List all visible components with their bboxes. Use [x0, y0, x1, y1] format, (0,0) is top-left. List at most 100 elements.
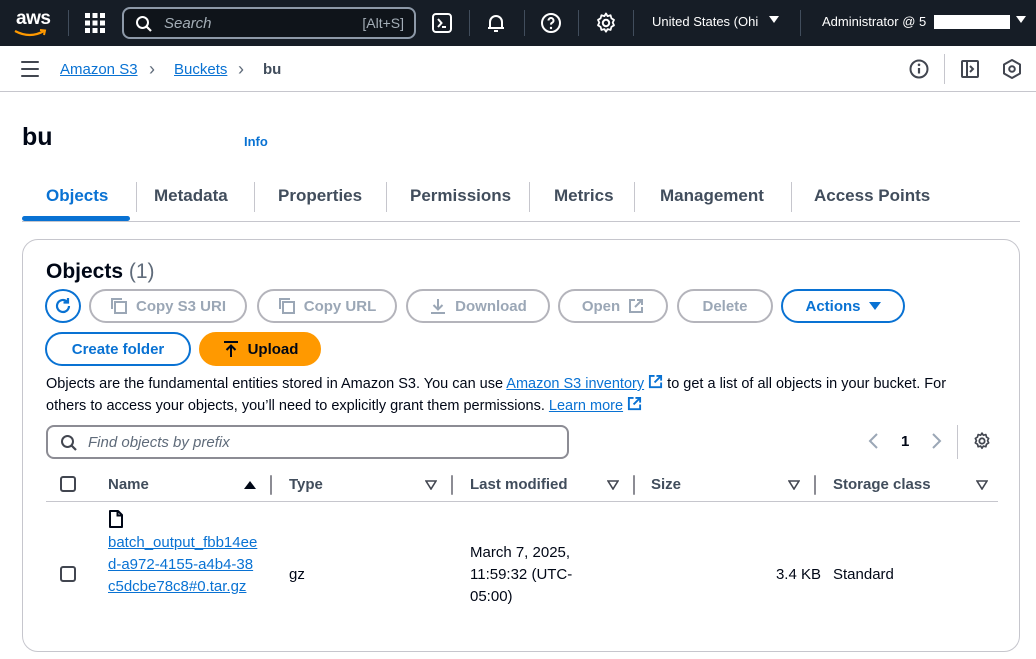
object-name-link[interactable]: batch_output_fbb14eed-a972-4155-a4b4-38c… — [108, 532, 258, 598]
delete-label: Delete — [702, 297, 748, 315]
help-icon[interactable] — [539, 11, 563, 35]
page-number[interactable]: 1 — [901, 433, 909, 450]
page-title: bu — [22, 123, 53, 151]
toolbar-divider — [944, 54, 945, 84]
create-folder-button[interactable]: Create folder — [45, 332, 191, 366]
breadcrumb-amazon-s3[interactable]: Amazon S3 — [60, 61, 138, 78]
download-label: Download — [455, 297, 527, 315]
tab-permissions[interactable]: Permissions — [410, 186, 511, 206]
tab-management[interactable]: Management — [660, 186, 764, 206]
aws-smile-icon — [14, 29, 47, 37]
grid-icon[interactable] — [84, 12, 106, 34]
copy-s3-uri-label: Copy S3 URI — [135, 297, 226, 315]
nav-divider — [578, 10, 579, 36]
description-text-1: Objects are the fundamental entities sto… — [46, 376, 507, 392]
tab-divider — [136, 182, 137, 212]
tab-divider — [386, 182, 387, 212]
upload-label: Upload — [247, 340, 299, 358]
column-header-name[interactable]: Name — [108, 476, 149, 493]
chevron-right-icon[interactable] — [929, 432, 943, 450]
external-link-icon — [628, 298, 644, 314]
delete-button[interactable]: Delete — [677, 289, 773, 323]
sort-indicator-icon[interactable] — [607, 480, 619, 490]
bucket-tabs: Objects Metadata Properties Permissions … — [22, 176, 1020, 222]
column-header-storage-class[interactable]: Storage class — [833, 476, 931, 493]
redacted-account-id — [934, 15, 1010, 29]
object-last-modified: March 7, 2025, 11:59:32 (UTC-05:00) — [470, 544, 573, 605]
objects-heading: Objects (1) — [46, 260, 155, 284]
info-link[interactable]: Info — [244, 134, 268, 149]
tab-divider — [529, 182, 530, 212]
column-header-size[interactable]: Size — [651, 476, 681, 493]
external-link-icon[interactable] — [627, 396, 642, 411]
open-label: Open — [581, 297, 621, 315]
tab-objects[interactable]: Objects — [46, 186, 108, 206]
table-row: batch_output_fbb14eed-a972-4155-a4b4-38c… — [46, 503, 998, 648]
notifications-panel-icon[interactable] — [959, 58, 981, 80]
nav-divider — [524, 10, 525, 36]
sort-indicator-icon[interactable] — [425, 480, 437, 490]
account-menu[interactable]: Administrator @ 5 — [822, 14, 926, 29]
column-divider — [451, 475, 453, 495]
aws-logo[interactable]: aws — [14, 8, 52, 38]
sort-indicator-icon[interactable] — [976, 480, 988, 490]
info-circle-icon[interactable] — [908, 58, 930, 80]
tab-divider — [634, 182, 635, 212]
column-header-last-modified[interactable]: Last modified — [470, 476, 568, 493]
chevron-right-icon: › — [238, 59, 244, 79]
chevron-left-icon[interactable] — [867, 432, 881, 450]
table-settings-gear-icon[interactable] — [972, 431, 992, 451]
actions-label: Actions — [805, 297, 861, 315]
tab-access-points[interactable]: Access Points — [814, 186, 930, 206]
table-header: Name Type Last modified Size Storage cla… — [46, 468, 998, 502]
gear-icon[interactable] — [594, 11, 618, 35]
actions-dropdown[interactable]: Actions — [781, 289, 905, 323]
column-divider — [633, 475, 635, 495]
pager-divider — [957, 425, 958, 459]
aws-logo-text: aws — [16, 8, 51, 29]
tab-metadata[interactable]: Metadata — [154, 186, 228, 206]
tab-divider — [254, 182, 255, 212]
search-icon — [136, 16, 152, 32]
row-checkbox[interactable] — [60, 566, 76, 582]
bell-icon[interactable] — [484, 11, 508, 35]
tab-properties[interactable]: Properties — [278, 186, 362, 206]
nav-divider — [800, 10, 801, 36]
search-input[interactable]: Search [Alt+S] — [122, 7, 416, 39]
download-icon — [429, 297, 447, 315]
breadcrumb-current-bucket: bu — [263, 61, 282, 78]
refresh-button[interactable] — [45, 289, 81, 323]
active-tab-indicator — [22, 216, 130, 221]
search-placeholder: Search — [164, 15, 212, 32]
find-objects-input[interactable]: Find objects by prefix — [46, 425, 569, 459]
upload-button[interactable]: Upload — [199, 332, 321, 366]
open-button[interactable]: Open — [558, 289, 668, 323]
hamburger-menu-icon[interactable] — [21, 61, 39, 77]
column-header-type[interactable]: Type — [289, 476, 323, 493]
external-link-icon[interactable] — [648, 374, 663, 389]
nav-divider — [469, 10, 470, 36]
copy-s3-uri-button[interactable]: Copy S3 URI — [89, 289, 247, 323]
top-navigation: aws Search [Alt+S] United States (Ohi Ad… — [0, 0, 1036, 46]
sort-ascending-icon[interactable] — [244, 480, 256, 490]
sort-indicator-icon[interactable] — [788, 480, 800, 490]
cloudshell-icon[interactable] — [430, 11, 454, 35]
file-icon — [109, 510, 123, 528]
learn-more-link[interactable]: Learn more — [549, 398, 623, 414]
breadcrumb-buckets[interactable]: Buckets — [174, 61, 227, 78]
object-storage-class: Standard — [833, 566, 894, 583]
account-caret-icon[interactable] — [1016, 16, 1026, 23]
select-all-checkbox[interactable] — [60, 476, 76, 492]
settings-panel-icon[interactable] — [1001, 58, 1023, 80]
tab-metrics[interactable]: Metrics — [554, 186, 614, 206]
copy-url-button[interactable]: Copy URL — [257, 289, 397, 323]
object-size: 3.4 KB — [775, 566, 821, 583]
region-selector[interactable]: United States (Ohi — [652, 14, 758, 29]
copy-icon — [278, 297, 296, 315]
objects-description: Objects are the fundamental entities sto… — [46, 373, 966, 417]
s3-inventory-link[interactable]: Amazon S3 inventory — [506, 376, 644, 392]
breadcrumb-bar: Amazon S3 › Buckets › bu — [0, 46, 1036, 92]
chevron-right-icon: › — [149, 59, 155, 79]
region-caret-icon[interactable] — [769, 16, 779, 23]
download-button[interactable]: Download — [406, 289, 550, 323]
